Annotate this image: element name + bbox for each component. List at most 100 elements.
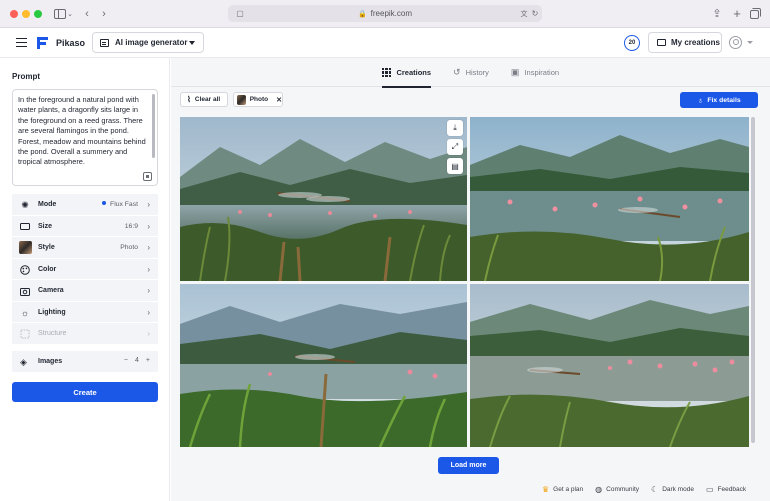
prompt-input[interactable]: In the foreground a natural pond with wa… <box>12 89 158 186</box>
setting-label: Style <box>38 244 55 251</box>
setting-lighting[interactable]: ☼ Lighting › <box>12 301 158 323</box>
lightbulb-icon: ♁ <box>697 95 704 105</box>
chevron-right-icon: › <box>147 243 150 252</box>
setting-label: Size <box>38 222 53 230</box>
decrement-button[interactable]: − <box>124 357 128 364</box>
prompt-scrollbar[interactable] <box>152 94 155 158</box>
setting-value: Photo <box>120 244 138 251</box>
new-tab-icon[interactable]: + <box>731 6 743 21</box>
mode-value: Flux Fast <box>110 201 138 208</box>
chevron-down-icon[interactable] <box>747 41 753 44</box>
crown-icon: ♛ <box>542 485 550 494</box>
freepik-logo-icon[interactable] <box>37 37 48 49</box>
tab-bar: Creations ↺ History ▣ Inspiration <box>171 58 770 88</box>
address-text: freepik.com <box>370 9 413 18</box>
menu-icon[interactable] <box>16 38 27 47</box>
translate-icon[interactable]: 文 <box>518 6 530 21</box>
chevron-right-icon: › <box>147 329 150 338</box>
save-folder-icon[interactable]: ▤ <box>447 158 463 174</box>
footer-label: Get a plan <box>553 486 584 493</box>
chevron-right-icon: › <box>147 307 150 317</box>
chevron-right-icon: › <box>147 264 150 274</box>
chevron-right-icon: › <box>147 200 150 209</box>
browser-chrome: ⌄ ‹ › 🔒 freepik.com ▢ 文 ↻ ⇪ + <box>0 0 770 28</box>
tab-label: Creations <box>396 68 432 77</box>
community-link[interactable]: ◍ Community <box>595 485 639 494</box>
close-window-button[interactable] <box>10 10 18 18</box>
setting-label: Images <box>38 358 63 365</box>
photo-chip-label: Photo <box>249 96 269 103</box>
main-area: Creations ↺ History ▣ Inspiration ⌇ Clea… <box>171 58 770 501</box>
credits-badge[interactable]: 20 <box>624 35 640 51</box>
prompt-text[interactable]: In the foreground a natural pond with wa… <box>18 95 147 168</box>
sun-icon: ☼ <box>20 307 30 318</box>
chevron-right-icon: › <box>147 286 150 295</box>
chat-icon: ▭ <box>706 485 714 494</box>
prompt-title: Prompt <box>12 72 40 81</box>
maximize-window-button[interactable] <box>34 10 42 18</box>
setting-label: Structure <box>38 330 67 337</box>
image-generator-icon <box>100 38 109 47</box>
tool-selector[interactable]: AI image generator <box>92 32 204 53</box>
setting-size[interactable]: Size 16:9 › <box>12 215 158 237</box>
setting-label: Lighting <box>38 308 66 316</box>
generated-image-2[interactable] <box>470 117 749 281</box>
tab-creations[interactable]: Creations <box>381 58 432 88</box>
image-actions: ⤓ ⤢ ▤ <box>447 120 463 174</box>
setting-images: ◈ Images − 4 + <box>12 351 158 372</box>
setting-structure[interactable]: Structure › <box>12 323 158 345</box>
tab-inspiration[interactable]: ▣ Inspiration <box>511 58 559 87</box>
setting-style[interactable]: Style Photo › <box>12 237 158 259</box>
load-more-button[interactable]: Load more <box>438 457 499 474</box>
fix-details-label: Fix details <box>707 96 741 104</box>
dark-mode-toggle[interactable]: ☾ Dark mode <box>651 485 694 494</box>
status-dot <box>102 201 107 205</box>
tool-selector-label: AI image generator <box>115 38 188 47</box>
avatar[interactable] <box>729 36 742 49</box>
gallery-scrollbar[interactable] <box>751 117 755 443</box>
back-icon[interactable]: ‹ <box>82 6 92 21</box>
photo-filter-chip[interactable]: Photo ✕ <box>233 92 283 107</box>
expand-icon[interactable]: ⤢ <box>447 139 463 155</box>
app-header: Pikaso AI image generator 20 My creation… <box>0 28 770 58</box>
tab-history[interactable]: ↺ History <box>453 58 489 87</box>
setting-label: Mode <box>38 201 57 208</box>
footer-label: Community <box>606 486 640 493</box>
tab-overview-icon[interactable] <box>749 6 761 21</box>
chevron-down-icon[interactable]: ⌄ <box>66 6 74 21</box>
setting-value: 16:9 <box>124 222 138 230</box>
settings-list: ✺ Mode Flux Fast › Size 16:9 › Style Pho… <box>12 194 158 345</box>
forward-icon[interactable]: › <box>99 6 109 21</box>
style-thumbnail <box>237 94 246 105</box>
download-icon[interactable]: ⤓ <box>447 120 463 136</box>
setting-mode[interactable]: ✺ Mode Flux Fast › <box>12 194 158 216</box>
setting-label: Color <box>38 265 57 273</box>
get-a-plan-link[interactable]: ♛ Get a plan <box>542 485 583 494</box>
increment-button[interactable]: + <box>146 357 150 364</box>
feedback-link[interactable]: ▭ Feedback <box>706 485 746 494</box>
shield-icon[interactable]: ▢ <box>235 6 245 21</box>
image-reference-icon[interactable] <box>143 172 152 181</box>
clear-all-button[interactable]: ⌇ Clear all <box>180 92 228 107</box>
address-bar[interactable]: 🔒 freepik.com <box>228 5 542 22</box>
sparkle-icon: ✺ <box>21 199 29 210</box>
tab-label: History <box>465 68 489 77</box>
tab-label: Inspiration <box>524 68 560 77</box>
chevron-right-icon: › <box>147 221 150 231</box>
generated-image-3[interactable] <box>180 284 467 447</box>
create-button[interactable]: Create <box>12 382 158 402</box>
reload-icon[interactable]: ↻ <box>530 6 540 21</box>
close-icon[interactable]: ✕ <box>276 96 282 104</box>
discord-icon: ◍ <box>595 485 603 494</box>
setting-color[interactable]: Color › <box>12 258 158 280</box>
footer-links: ♛ Get a plan ◍ Community ☾ Dark mode ▭ F… <box>542 485 746 494</box>
minimize-window-button[interactable] <box>22 10 30 18</box>
share-icon[interactable]: ⇪ <box>711 6 723 21</box>
palette-icon <box>20 264 30 275</box>
history-icon: ↺ <box>453 67 461 77</box>
generated-image-4[interactable] <box>470 284 749 447</box>
my-creations-button[interactable]: My creations <box>648 32 722 53</box>
fix-details-button[interactable]: ♁ Fix details <box>680 92 758 108</box>
setting-camera[interactable]: Camera › <box>12 280 158 302</box>
generated-image-1[interactable]: ⤓ ⤢ ▤ <box>180 117 467 281</box>
